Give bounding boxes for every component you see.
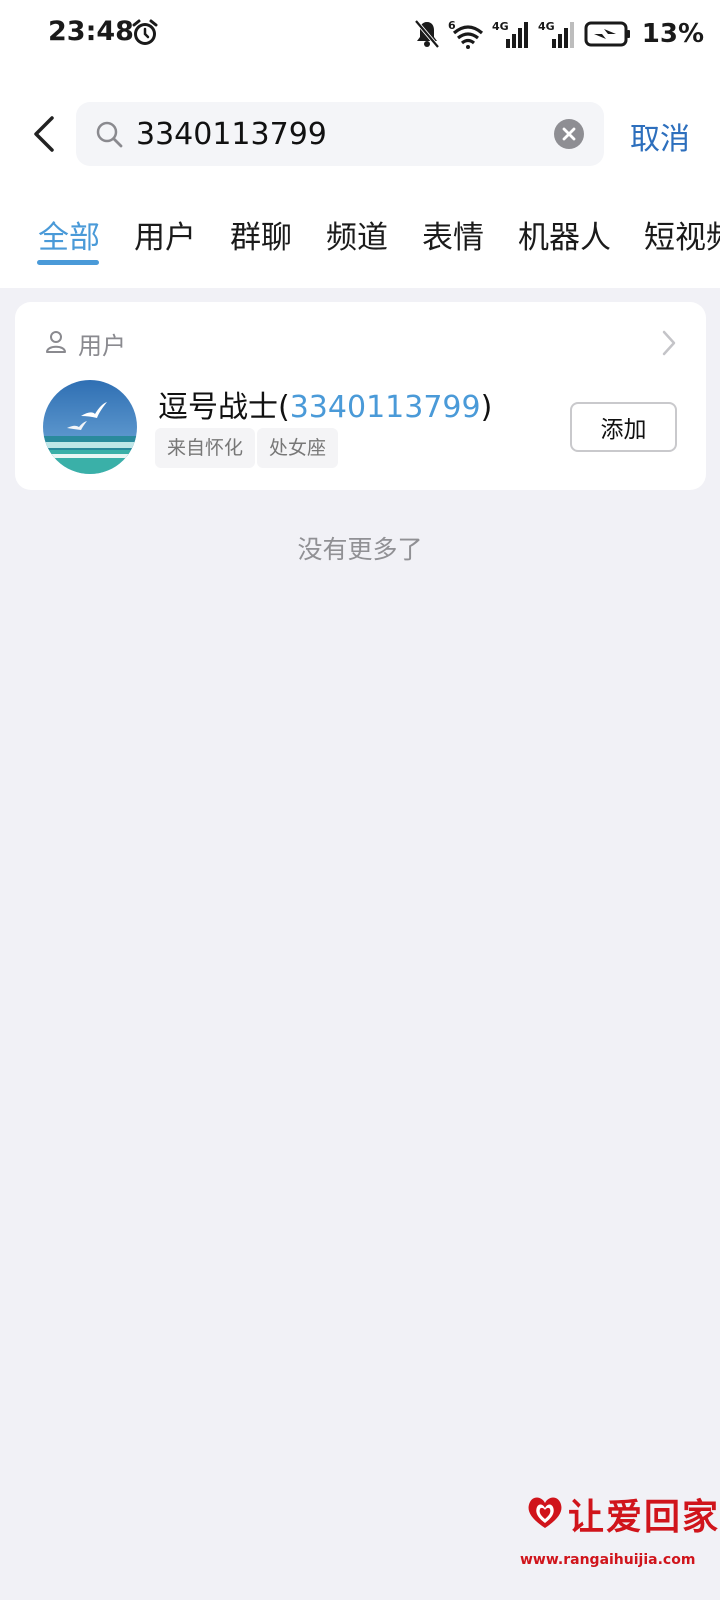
back-button[interactable] (24, 108, 64, 160)
category-tabs: 全部 用户 群聊 频道 表情 机器人 短视频 (0, 212, 720, 272)
section-title[interactable]: 用户 (78, 326, 126, 361)
watermark-url: www.rangaihuijia.com (520, 1552, 696, 1568)
battery-percent: 13% (641, 19, 704, 49)
signal-label: 4G (538, 20, 555, 33)
add-friend-button[interactable]: 添加 (570, 402, 677, 452)
tab-all[interactable]: 全部 (38, 212, 100, 257)
avatar[interactable] (43, 380, 137, 474)
signal-4g-icon: 4G (492, 20, 528, 48)
close-icon (562, 127, 576, 141)
status-icons: 6 4G 4G 13% (414, 14, 704, 54)
open-paren: ( (278, 390, 290, 425)
search-input[interactable] (136, 116, 536, 152)
seagull-avatar-image (43, 380, 137, 474)
tab-stickers[interactable]: 表情 (422, 212, 484, 257)
tab-short-videos[interactable]: 短视频 (644, 212, 720, 257)
clear-search-button[interactable] (554, 119, 584, 149)
heart-hands-logo-icon (528, 1497, 562, 1528)
tab-group-chats[interactable]: 群聊 (230, 212, 292, 257)
wifi-6-icon: 6 (448, 19, 483, 49)
user-nickname: 逗号战士 (158, 390, 278, 425)
user-results-card: 用户 逗号战士(3340113799) 来自怀化 处女座 添加 (15, 302, 706, 490)
search-box[interactable] (76, 102, 604, 166)
tab-bots[interactable]: 机器人 (518, 212, 611, 257)
status-time: 23:48 (48, 16, 134, 47)
user-name[interactable]: 逗号战士(3340113799) (158, 382, 492, 426)
signal-label: 4G (492, 20, 509, 33)
bell-off-icon (414, 19, 440, 49)
no-more-results: 没有更多了 (297, 535, 423, 564)
chevron-right-icon[interactable] (660, 328, 678, 358)
alarm-icon (132, 19, 158, 45)
cancel-button[interactable]: 取消 (630, 114, 690, 158)
tab-channels[interactable]: 频道 (326, 212, 388, 257)
user-icon (46, 331, 66, 353)
wifi-label: 6 (448, 19, 456, 32)
tag-location: 来自怀化 (155, 428, 256, 468)
watermark-text: 让爱回家 (568, 1496, 720, 1538)
signal-4g-icon: 4G (538, 20, 574, 48)
watermark: 让爱回家 www.rangaihuijia.com (520, 1488, 718, 1596)
tag-zodiac: 处女座 (257, 428, 339, 468)
search-icon (96, 121, 123, 148)
tab-users[interactable]: 用户 (134, 212, 196, 257)
active-tab-indicator (37, 260, 99, 265)
chevron-left-icon (34, 116, 54, 152)
battery-charging-icon (584, 21, 630, 47)
user-id-highlight: 3340113799 (289, 390, 481, 425)
close-paren: ) (480, 390, 493, 425)
